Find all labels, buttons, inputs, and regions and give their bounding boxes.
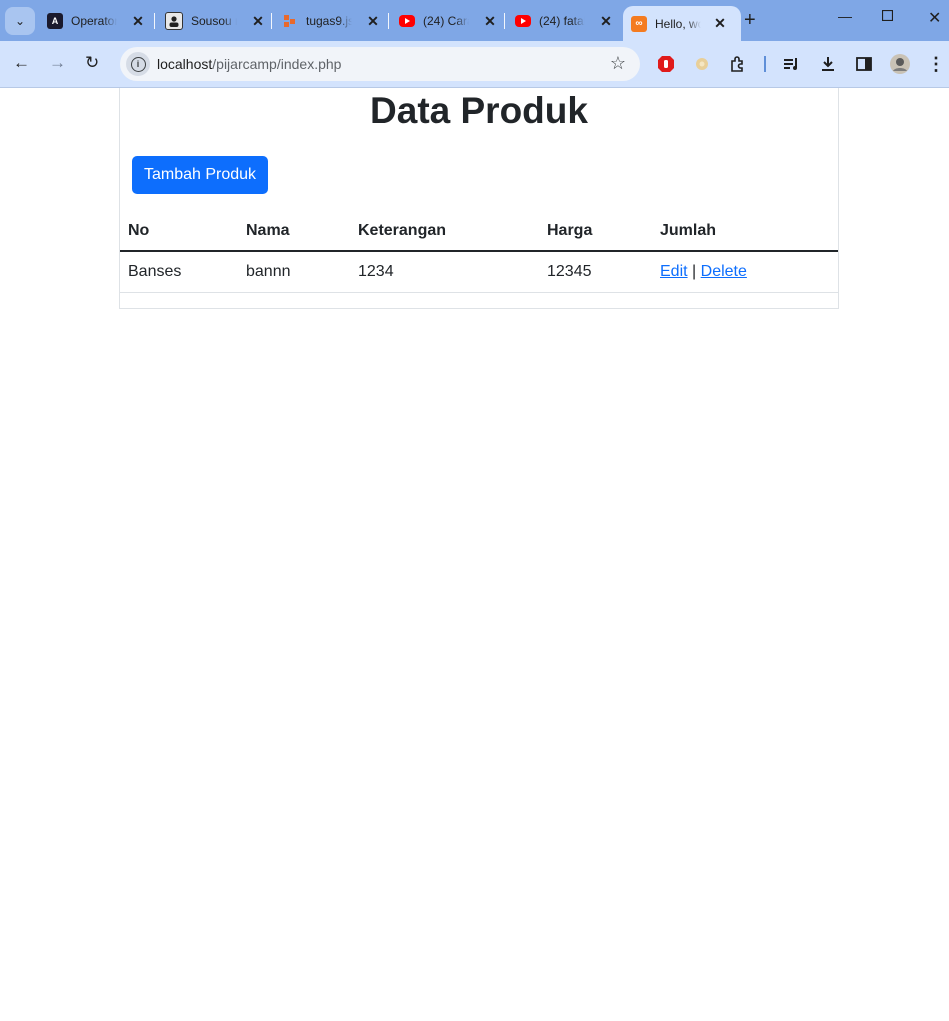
avatar-icon <box>165 12 183 30</box>
tab-title: (24) fatal <box>539 14 585 28</box>
product-table: No Nama Keterangan Harga Jumlah Banses b… <box>120 212 838 293</box>
tab-sousou[interactable]: Sousou no ✕ <box>165 6 265 36</box>
tab-title: Sousou no <box>191 14 237 28</box>
tab-title: tugas9.js <box>306 14 352 28</box>
extension-flower-icon[interactable] <box>692 54 712 74</box>
xampp-icon: ∞ <box>631 15 647 32</box>
chevron-down-icon: ⌄ <box>14 14 26 28</box>
file-icon <box>282 13 298 29</box>
minimize-icon[interactable]: — <box>838 8 852 24</box>
reload-icon[interactable]: ↻ <box>85 53 99 73</box>
close-icon[interactable]: ✕ <box>599 13 613 30</box>
site-info-icon[interactable]: i <box>126 52 150 76</box>
url-text[interactable]: localhost/pijarcamp/index.php <box>157 56 341 72</box>
adblock-icon[interactable] <box>656 54 676 74</box>
tab-strip: ⌄ A Operator ✕ Sousou no ✕ tugas9.js ✕ (… <box>0 0 949 41</box>
edit-link[interactable]: Edit <box>660 263 688 280</box>
url-path: /pijarcamp/index.php <box>212 56 342 72</box>
bookmark-star-icon[interactable]: ☆ <box>610 53 626 74</box>
cell-nama: bannn <box>238 251 350 293</box>
close-icon[interactable]: ✕ <box>713 15 727 32</box>
header-harga: Harga <box>539 212 652 252</box>
action-separator: | <box>692 263 697 280</box>
profile-avatar-icon[interactable] <box>890 54 910 74</box>
back-arrow-icon[interactable]: ← <box>13 53 30 73</box>
maximize-icon[interactable] <box>881 8 894 24</box>
media-queue-icon[interactable] <box>782 54 802 74</box>
close-window-icon[interactable]: ✕ <box>928 8 941 28</box>
table-header-row: No Nama Keterangan Harga Jumlah <box>120 212 838 252</box>
tab-tugas9[interactable]: tugas9.js ✕ <box>282 6 380 36</box>
header-keterangan: Keterangan <box>350 212 539 252</box>
delete-link[interactable]: Delete <box>701 263 747 280</box>
header-jumlah: Jumlah <box>652 212 838 252</box>
table-row: Banses bannn 1234 12345 Edit | Delete <box>120 251 838 293</box>
extensions-puzzle-icon[interactable] <box>728 54 748 74</box>
tab-operator[interactable]: A Operator ✕ <box>47 6 145 36</box>
close-icon[interactable]: ✕ <box>251 13 265 30</box>
operator-icon: A <box>47 13 63 29</box>
tab-youtube-fatal[interactable]: (24) fatal ✕ <box>515 6 613 36</box>
header-no: No <box>120 212 238 252</box>
tab-title: Hello, wo <box>655 16 701 31</box>
page-title: Data Produk <box>370 90 588 131</box>
tab-youtube-cara[interactable]: (24) Cara ✕ <box>399 6 497 36</box>
new-tab-icon[interactable]: + <box>744 9 756 32</box>
youtube-icon <box>515 15 531 27</box>
close-icon[interactable]: ✕ <box>131 13 145 30</box>
header-nama: Nama <box>238 212 350 252</box>
download-icon[interactable] <box>818 54 838 74</box>
tab-title: Operator <box>71 14 117 28</box>
side-panel-icon[interactable] <box>854 54 874 74</box>
cell-keterangan: 1234 <box>350 251 539 293</box>
address-bar[interactable]: i localhost/pijarcamp/index.php ☆ <box>120 47 640 81</box>
menu-kebab-icon[interactable]: ⋮ <box>926 54 946 74</box>
cell-actions: Edit | Delete <box>652 251 838 293</box>
close-icon[interactable]: ✕ <box>366 13 380 30</box>
close-icon[interactable]: ✕ <box>483 13 497 30</box>
tab-title: (24) Cara <box>423 14 469 28</box>
youtube-icon <box>399 15 415 27</box>
url-host: localhost <box>157 56 213 72</box>
tab-hello-active[interactable]: ∞ Hello, wo ✕ <box>623 6 741 41</box>
cell-harga: 12345 <box>539 251 652 293</box>
forward-arrow-icon[interactable]: → <box>49 53 66 73</box>
product-container: Data Produk Tambah Produk No Nama Ketera… <box>119 88 839 309</box>
browser-toolbar: ← → ↻ i localhost/pijarcamp/index.php ☆ … <box>0 41 949 88</box>
add-product-button[interactable]: Tambah Produk <box>132 156 268 194</box>
tab-search-button[interactable]: ⌄ <box>5 7 35 35</box>
cell-no: Banses <box>120 251 238 293</box>
